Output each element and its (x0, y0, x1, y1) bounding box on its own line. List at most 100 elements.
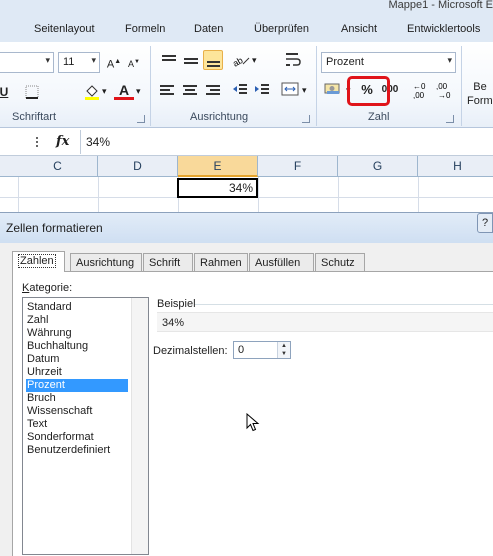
window-title: Mappe1 - Microsoft E (388, 0, 493, 11)
column-header-f[interactable]: F (258, 156, 338, 177)
dezimalstellen-label: Dezimalstellen: (153, 345, 228, 357)
underline-button[interactable]: U (0, 82, 14, 102)
tab-ueberpruefen[interactable]: Überprüfen (254, 23, 309, 35)
mouse-cursor-icon (246, 413, 260, 432)
list-item[interactable]: Text (26, 418, 128, 431)
align-top-icon[interactable] (159, 50, 179, 70)
fill-color-icon[interactable] (82, 82, 102, 102)
align-right-icon[interactable] (203, 80, 223, 100)
chevron-down-icon: ▾ (252, 55, 257, 65)
font-color-button[interactable]: A (114, 82, 134, 100)
ribbon: ▾ 11 ▾ A▲ A▼ U A ▾ ▾ Schriftart ab ▾ ▾ A… (0, 42, 493, 128)
zahlen-panel: Kategorie: Standard Zahl Währung Buchhal… (12, 271, 493, 556)
list-item[interactable]: Uhrzeit (26, 366, 128, 379)
decrease-indent-icon[interactable] (230, 80, 250, 100)
tab-zahlen[interactable]: Zahlen (12, 251, 65, 272)
tab-ausfuellen[interactable]: Ausfüllen (249, 253, 314, 271)
formula-bar: fx 34% (0, 128, 493, 156)
column-header-g[interactable]: G (338, 156, 418, 177)
group-label-ausrichtung: Ausrichtung (190, 111, 249, 123)
conditional-format-button[interactable]: Be Forme (467, 80, 493, 108)
align-middle-icon[interactable] (181, 50, 201, 70)
align-center-icon[interactable] (180, 80, 200, 100)
font-size-combo[interactable]: 11 ▾ (58, 52, 100, 73)
wrap-text-icon[interactable] (283, 50, 303, 70)
tab-daten[interactable]: Daten (194, 23, 223, 35)
list-item[interactable]: Sonderformat (26, 431, 128, 444)
kategorie-label: Kategorie: (22, 282, 73, 294)
column-headers: C D E F G H (0, 156, 493, 177)
chevron-down-icon: ▾ (302, 85, 307, 95)
group-label-schriftart: Schriftart (12, 111, 57, 123)
tab-entwicklertools[interactable]: Entwicklertools (407, 23, 480, 35)
orientation-icon[interactable]: ab (231, 50, 251, 70)
dialog-launcher-icon[interactable] (137, 115, 145, 123)
formula-input[interactable]: 34% (86, 135, 110, 149)
percent-highlight-annotation (347, 76, 390, 106)
list-item-selected[interactable]: Prozent (26, 379, 128, 392)
align-bottom-icon[interactable] (203, 50, 223, 70)
svg-text:,00: ,00 (413, 91, 425, 100)
list-item[interactable]: Benutzerdefiniert (26, 444, 128, 457)
number-format-value: Prozent (326, 56, 364, 68)
list-item[interactable]: Datum (26, 353, 128, 366)
category-list[interactable]: Standard Zahl Währung Buchhaltung Datum … (22, 297, 149, 555)
tab-ansicht[interactable]: Ansicht (341, 23, 377, 35)
group-separator (316, 46, 317, 126)
svg-text:←0: ←0 (413, 82, 426, 91)
accounting-format-icon[interactable] (323, 80, 343, 100)
merge-center-icon[interactable] (281, 80, 301, 100)
tab-schutz[interactable]: Schutz (315, 253, 365, 271)
svg-text:→0: →0 (438, 91, 451, 100)
column-header-h[interactable]: H (418, 156, 493, 177)
increase-indent-icon[interactable] (252, 80, 272, 100)
font-size-value: 11 (63, 56, 75, 68)
list-scrollbar[interactable] (131, 298, 148, 554)
column-header-d[interactable]: D (98, 156, 178, 177)
spin-up-icon[interactable]: ▲ (278, 342, 290, 350)
font-name-combo[interactable]: ▾ (0, 52, 54, 73)
format-cells-dialog: Zellen formatieren ? Zahlen Ausrichtung … (0, 212, 493, 556)
spin-buttons: ▲ ▼ (277, 342, 290, 358)
ribbon-tabs: Seitenlayout Formeln Daten Überprüfen An… (0, 12, 493, 42)
list-item[interactable]: Zahl (26, 314, 128, 327)
spin-down-icon[interactable]: ▼ (278, 350, 290, 358)
tab-schrift[interactable]: Schrift (143, 253, 193, 271)
dialog-launcher-icon[interactable] (302, 115, 310, 123)
decimal-places-stepper[interactable]: 0 ▲ ▼ (233, 341, 291, 359)
tab-rahmen[interactable]: Rahmen (194, 253, 248, 271)
column-header-e[interactable]: E (178, 156, 258, 177)
sample-value: 34% (162, 317, 185, 329)
list-item[interactable]: Währung (26, 327, 128, 340)
divider (195, 304, 493, 305)
decrease-decimal-button[interactable]: ,00 →0 (434, 80, 458, 100)
grow-font-icon[interactable]: A▲ (104, 52, 124, 72)
list-item[interactable]: Bruch (26, 392, 128, 405)
active-cell[interactable]: 34% (177, 178, 258, 198)
tab-seitenlayout[interactable]: Seitenlayout (34, 23, 95, 35)
group-separator (150, 46, 151, 126)
dialog-launcher-icon[interactable] (446, 115, 454, 123)
list-item[interactable]: Buchhaltung (26, 340, 128, 353)
borders-icon[interactable] (22, 82, 42, 102)
chevron-down-icon: ▾ (447, 55, 452, 65)
dialog-title: Zellen formatieren (6, 221, 103, 235)
chevron-down-icon: ▾ (136, 86, 141, 96)
align-left-icon[interactable] (157, 80, 177, 100)
list-item[interactable]: Standard (26, 301, 128, 314)
svg-text:ab: ab (231, 55, 245, 68)
list-item[interactable]: Wissenschaft (26, 405, 128, 418)
fx-icon[interactable]: fx (56, 134, 69, 149)
group-separator (461, 46, 462, 126)
cell-grid: 34% (0, 177, 493, 217)
sample-preview: 34% (157, 312, 493, 332)
tab-ausrichtung[interactable]: Ausrichtung (70, 253, 142, 271)
increase-decimal-button[interactable]: ←0,00 (411, 80, 435, 100)
column-header-c[interactable]: C (18, 156, 98, 177)
shrink-font-icon[interactable]: A▼ (124, 52, 144, 72)
beispiel-label: Beispiel (157, 298, 196, 310)
tab-formeln[interactable]: Formeln (125, 23, 165, 35)
help-button[interactable]: ? (477, 213, 493, 233)
number-format-combo[interactable]: Prozent ▾ (321, 52, 456, 73)
svg-text:,00: ,00 (436, 82, 448, 91)
